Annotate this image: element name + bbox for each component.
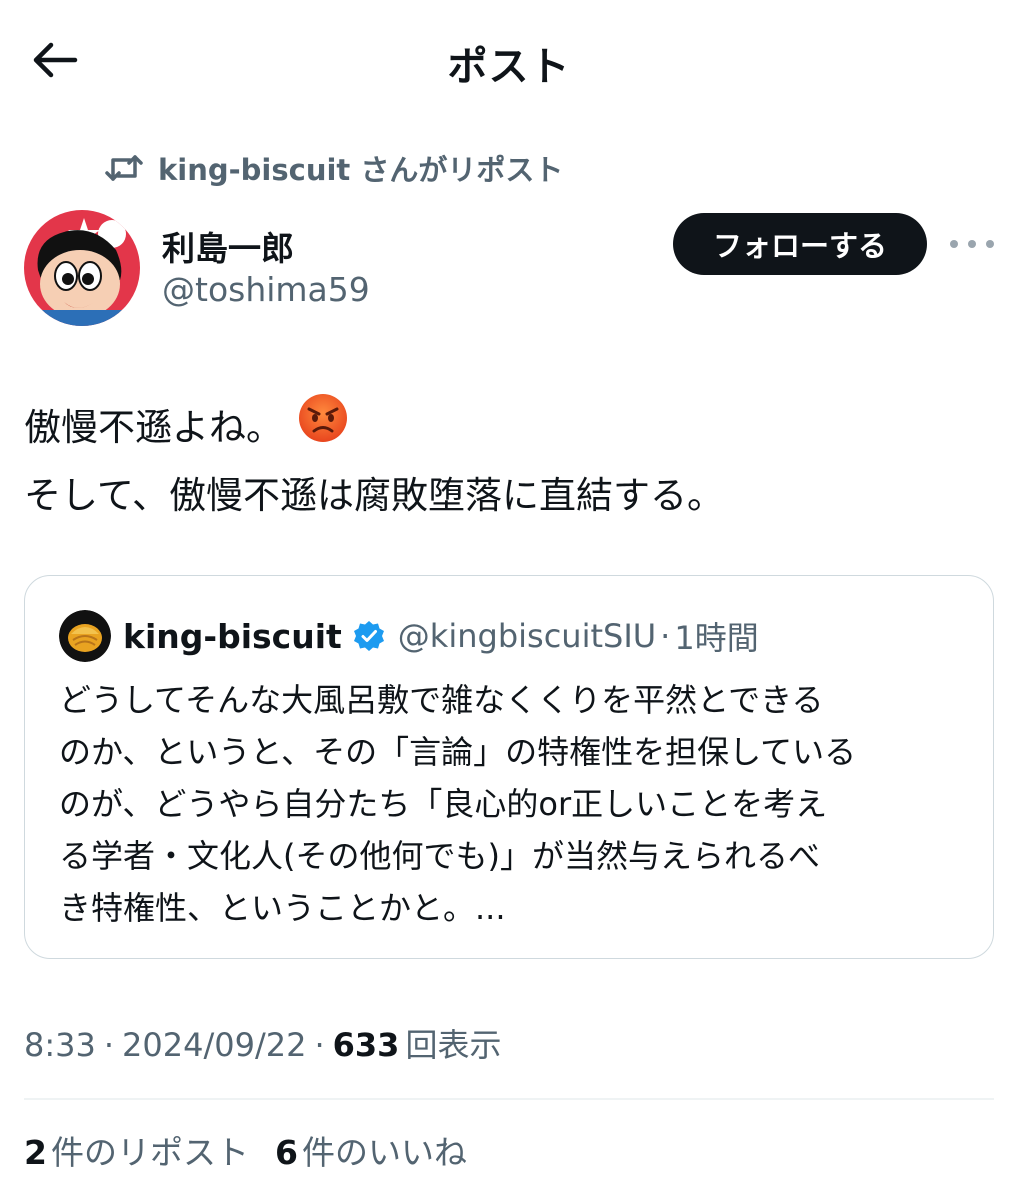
like-count-link[interactable]: 6 件のいいね	[275, 1126, 467, 1174]
tweet-date[interactable]: 2024/09/22	[122, 1026, 306, 1064]
like-count-label: 件のいいね	[301, 1133, 467, 1172]
app-header: ポスト	[0, 0, 1018, 118]
repost-context-text: king-biscuit さんがリポスト	[158, 153, 564, 187]
quoted-tweet-time: 1時間	[674, 619, 759, 657]
more-dots-icon[interactable]	[950, 224, 994, 264]
repost-icon	[105, 155, 143, 181]
tweet-meta: 8:33 · 2024/09/22 · 633 回表示	[24, 1020, 501, 1066]
quoted-author-handle: @kingbiscuitSIU	[397, 617, 657, 655]
repost-count-link[interactable]: 2 件のリポスト	[24, 1126, 249, 1174]
tweet-time[interactable]: 8:33	[24, 1026, 96, 1064]
author-display-name[interactable]: 利島一郎	[162, 222, 294, 270]
quoted-tweet-card[interactable]: king-biscuit @kingbiscuitSIU · 1時間 どうしてそ…	[24, 575, 994, 959]
quoted-text-line: どうしてそんな大風呂敷で雑なくくりを平然とできる	[59, 681, 824, 719]
separator: ·	[314, 1026, 325, 1064]
like-count: 6	[274, 1133, 298, 1172]
repost-count-label: 件のリポスト	[50, 1133, 249, 1172]
quoted-tweet-header: king-biscuit @kingbiscuitSIU · 1時間	[59, 610, 759, 662]
dot	[950, 240, 958, 248]
quoted-text-line: のが、どうやら自分たち「良心的or正しいことを考え	[59, 785, 828, 823]
verified-badge-icon	[352, 619, 386, 653]
tweet-line-1: 傲慢不遜よね。	[24, 406, 283, 449]
angry-face-emoji	[297, 392, 349, 464]
view-count: 633	[332, 1026, 400, 1064]
quoted-text-line: き特権性、ということかと。...	[59, 889, 506, 927]
view-count-label: 回表示	[405, 1026, 502, 1064]
repost-count: 2	[24, 1133, 47, 1172]
author-handle[interactable]: @toshima59	[162, 270, 370, 309]
page-title: ポスト	[447, 44, 571, 90]
dot	[986, 240, 994, 248]
tweet-text: 傲慢不遜よね。 そして、傲慢不遜は腐敗堕落に直結する。	[24, 392, 984, 528]
tweet-line-2: そして、傲慢不遜は腐敗堕落に直結する。	[24, 474, 725, 517]
quoted-author-name: king-biscuit	[123, 616, 342, 656]
divider	[24, 1098, 994, 1100]
follow-button[interactable]: フォローする	[673, 213, 927, 275]
quoted-author-avatar	[59, 610, 111, 662]
separator: ·	[103, 1026, 115, 1064]
author-avatar[interactable]	[24, 210, 140, 326]
dot	[968, 240, 976, 248]
quoted-tweet-text: どうしてそんな大風呂敷で雑なくくりを平然とできる のか、というと、その「言論」の…	[59, 674, 969, 934]
separator: ·	[660, 617, 671, 655]
engagement-stats: 2 件のリポスト 6 件のいいね	[24, 1126, 467, 1174]
quoted-text-line: る学者・文化人(その他何でも)」が当然与えられるべ	[59, 837, 820, 875]
repost-context[interactable]: king-biscuit さんがリポスト	[104, 148, 563, 188]
quoted-text-line: のか、というと、その「言論」の特権性を担保している	[59, 733, 857, 771]
